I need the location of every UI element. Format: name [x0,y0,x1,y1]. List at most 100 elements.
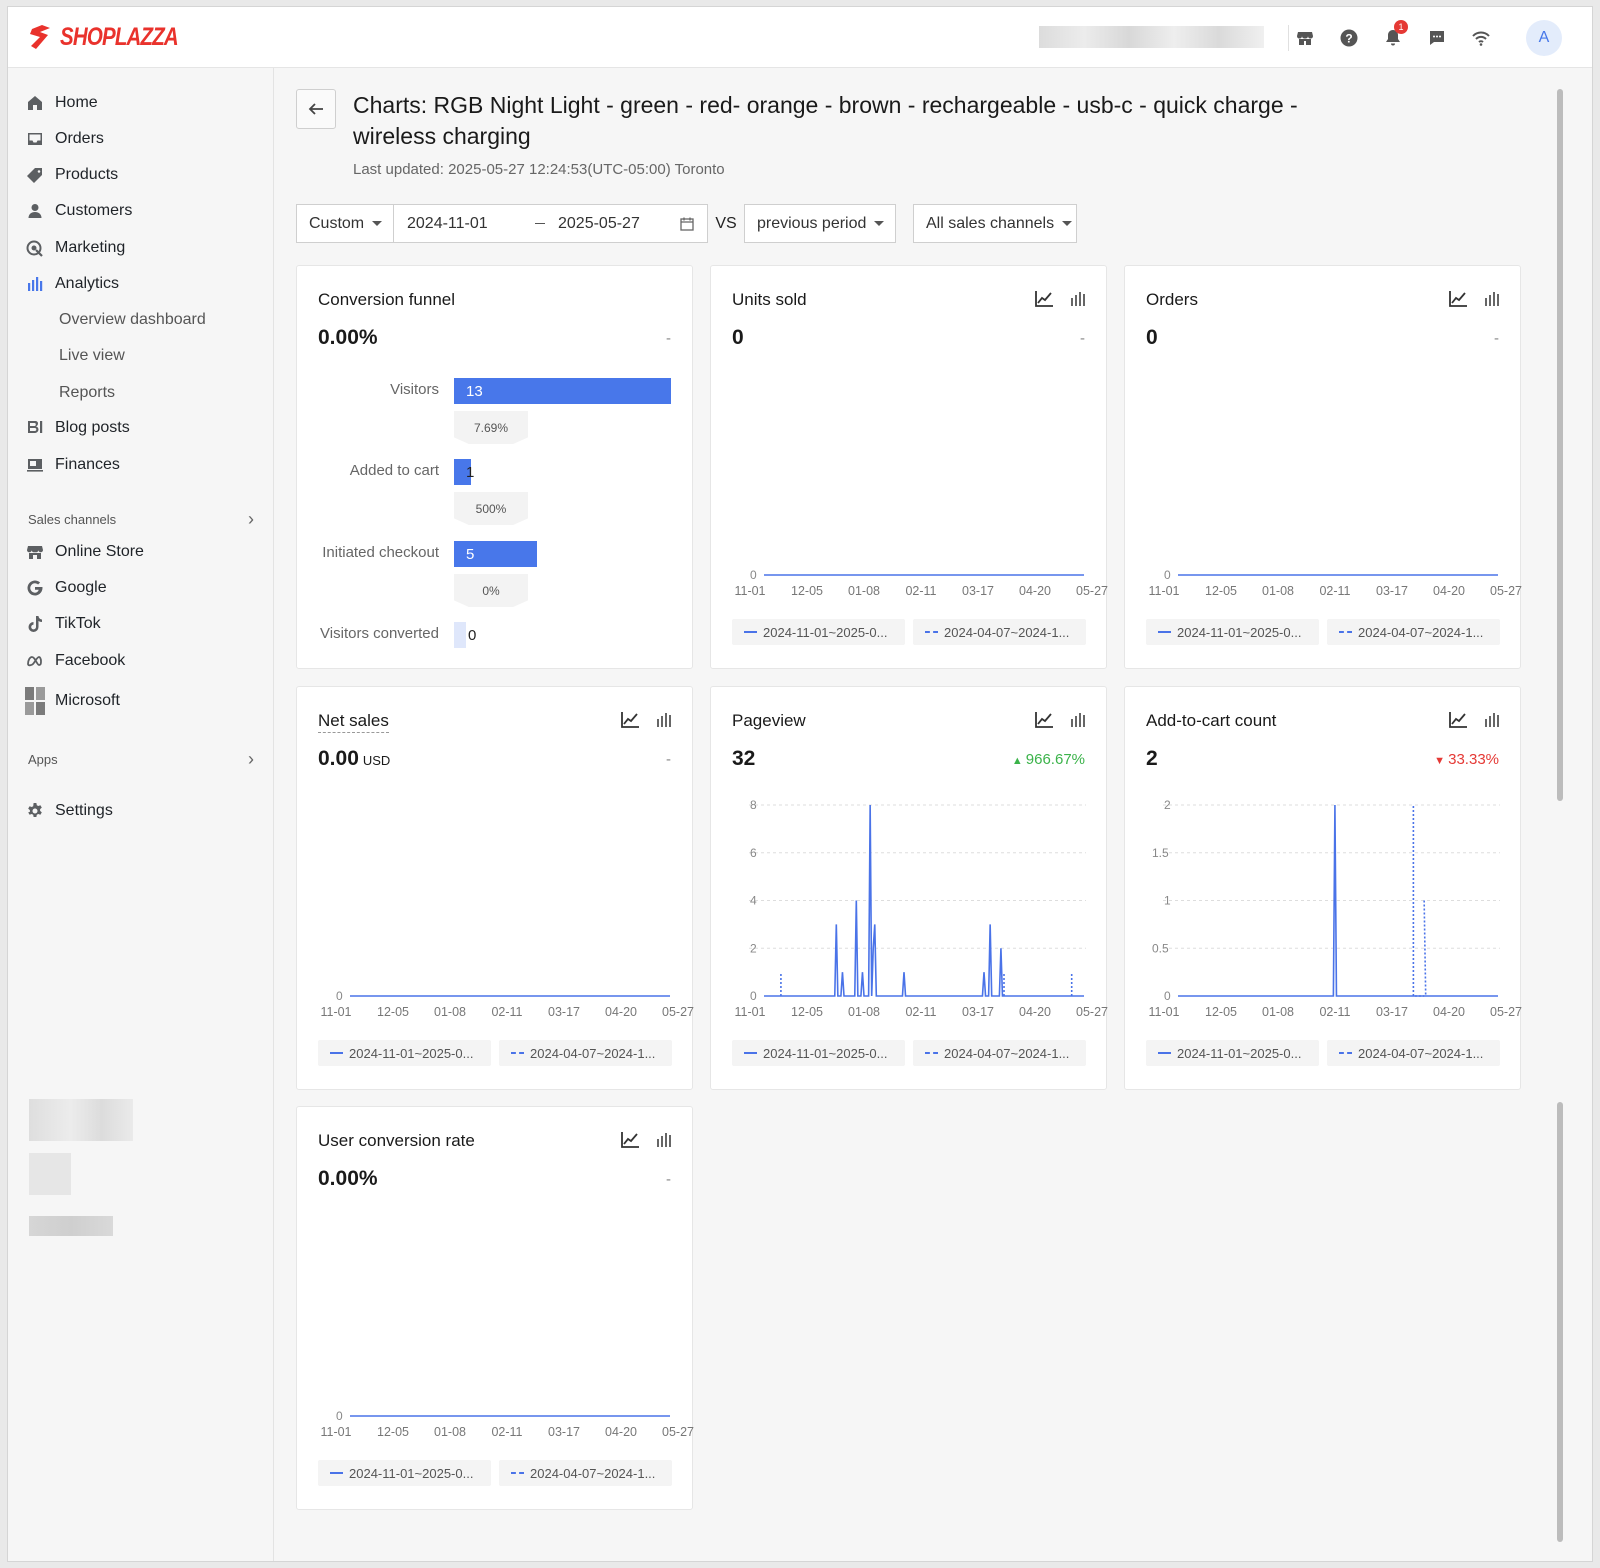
date-range-picker[interactable]: 2024-11-01 2025-05-27 [393,204,708,243]
sidebar-item-finances[interactable]: Finances [26,451,120,479]
legend-current-period[interactable]: 2024-11-01~2025-0... [318,1040,491,1066]
legend-current-period[interactable]: 2024-11-01~2025-0... [732,619,905,645]
notifications-bell-icon[interactable]: 1 [1378,20,1408,53]
x-tick-label: 12-05 [377,1005,409,1019]
sidebar-item-settings[interactable]: Settings [26,797,113,825]
y-tick-label: 0.5 [1152,941,1169,955]
legend-swatch-dashed [1339,1052,1352,1054]
legend-previous-period[interactable]: 2024-04-07~2024-1... [913,1040,1086,1066]
x-tick-label: 03-17 [1376,1005,1408,1019]
sidebar: Home Orders Products Customers Marketing… [8,68,274,1561]
legend-swatch-solid [744,631,757,633]
sidebar-item-online-store[interactable]: Online Store [26,538,144,566]
line-chart: 0 2 4 6 8 11-01 12-05 01-08 02-11 03-17 04-20 05-27 [734,798,1108,1019]
legend-previous-period[interactable]: 2024-04-07~2024-1... [1327,619,1500,645]
sidebar-subitem-reports[interactable]: Reports [59,380,115,406]
legend-current-period[interactable]: 2024-11-01~2025-0... [1146,619,1319,645]
help-icon[interactable]: ? [1334,23,1364,53]
caret-down-icon [874,221,885,226]
legend-label: 2024-11-01~2025-0... [349,1465,474,1481]
sidebar-item-label: Analytics [55,275,120,292]
funnel-bar[interactable]: 1 [454,459,474,485]
range-type-select[interactable]: Custom [296,204,393,243]
sidebar-item-products[interactable]: Products [26,161,118,189]
end-date[interactable]: 2025-05-27 [558,215,640,233]
x-tick-label: 03-17 [548,1425,580,1439]
sidebar-item-label: Products [55,166,119,183]
tag-icon [26,166,44,184]
sales-channel-select[interactable]: All sales channels [913,204,1077,243]
sidebar-subitem-overview-dashboard[interactable]: Overview dashboard [59,307,206,333]
x-tick-label: 04-20 [1019,1005,1051,1019]
x-tick-label: 02-11 [905,584,936,598]
page-title: Charts: RGB Night Light - green - red- o… [353,92,1298,149]
sidebar-item-home[interactable]: Home [26,89,98,117]
sidebar-item-facebook[interactable]: Facebook [26,647,125,675]
legend-previous-period[interactable]: 2024-04-07~2024-1... [499,1040,672,1066]
sidebar-item-orders[interactable]: Orders [26,125,104,153]
user-avatar[interactable]: A [1526,20,1562,56]
sidebar-item-customers[interactable]: Customers [26,197,132,225]
sidebar-item-tiktok[interactable]: TikTok [26,610,101,638]
scrollbar-thumb[interactable] [1557,89,1563,801]
back-button[interactable] [296,89,336,129]
legend-previous-period[interactable]: 2024-04-07~2024-1... [1327,1040,1500,1066]
sidebar-item-analytics[interactable]: Analytics [26,270,119,298]
apps-section[interactable]: Apps › [28,748,254,770]
y-tick-label: 0 [750,989,757,1003]
sidebar-subitem-live-view[interactable]: Live view [59,343,125,369]
chevron-right-icon: › [248,748,254,769]
microsoft-icon [24,686,46,716]
funnel-bar[interactable]: 5 [454,541,538,567]
range-separator [535,223,545,224]
legend-swatch-solid [330,1472,343,1474]
sidebar-item-microsoft[interactable]: Microsoft [24,687,120,715]
meta-icon [26,652,44,670]
svg-text:?: ? [1345,32,1352,46]
page-scrollbar[interactable] [1556,77,1564,1557]
y-tick-label: 2 [1164,798,1171,812]
legend-previous-period[interactable]: 2024-04-07~2024-1... [913,619,1086,645]
legend-current-period[interactable]: 2024-11-01~2025-0... [732,1040,905,1066]
legend-swatch-dashed [925,631,938,633]
legend-label: 2024-04-07~2024-1... [530,1045,656,1061]
sidebar-item-label: Marketing [55,239,126,256]
online-store-icon[interactable] [1290,23,1320,53]
legend-previous-period[interactable]: 2024-04-07~2024-1... [499,1460,672,1486]
redacted-block [29,1099,133,1141]
x-tick-label: 05-27 [662,1425,694,1439]
funnel-step-label: Visitors converted [320,625,439,642]
card-netsales: Net sales 0.00 USD -0 11-01 12-05 01-08 02-11 03… [296,686,694,1090]
shoplazza-logo[interactable]: SHOPLAZZA [28,21,204,53]
x-tick-label: 04-20 [1433,1005,1465,1019]
legend-swatch-solid [1158,631,1171,633]
sidebar-item-marketing[interactable]: Marketing [26,234,125,262]
sales-channels-section[interactable]: Sales channels › [28,508,254,530]
x-tick-label: 12-05 [1205,1005,1237,1019]
person-icon [26,202,44,220]
legend-label: 2024-04-07~2024-1... [944,1045,1070,1061]
card-units: Units sold 0-0 11-01 12-05 01-08 02-11 03-17 04… [710,265,1108,669]
messages-icon[interactable] [1422,23,1452,53]
x-tick-label: 04-20 [1433,584,1465,598]
line-chart: 0 11-01 12-05 01-08 02-11 03-17 04-20 05-27 [734,568,1108,598]
y-tick-label: 0 [336,1409,343,1423]
redacted-block [29,1216,113,1236]
wifi-icon[interactable] [1466,23,1496,53]
legend-current-period[interactable]: 2024-11-01~2025-0... [318,1460,491,1486]
x-tick-label: 11-01 [320,1425,351,1439]
x-tick-label: 02-11 [905,1005,936,1019]
line-chart: 0 11-01 12-05 01-08 02-11 03-17 04-20 05-27 [320,989,694,1019]
brand-name: SHOPLAZZA [60,22,179,51]
funnel-bar-value: 0 [468,626,477,644]
section-label: Sales channels [28,511,117,527]
x-tick-label: 12-05 [791,1005,823,1019]
legend-current-period[interactable]: 2024-11-01~2025-0... [1146,1040,1319,1066]
scrollbar-thumb[interactable] [1557,1102,1563,1542]
funnel-bar[interactable]: 13 [454,378,671,404]
sidebar-item-blog-posts[interactable]: Blog posts [26,414,130,442]
sidebar-item-google[interactable]: Google [26,574,107,602]
compare-select[interactable]: previous period [744,204,896,243]
funnel-bar[interactable]: 0 [454,622,476,648]
start-date[interactable]: 2024-11-01 [407,215,488,233]
